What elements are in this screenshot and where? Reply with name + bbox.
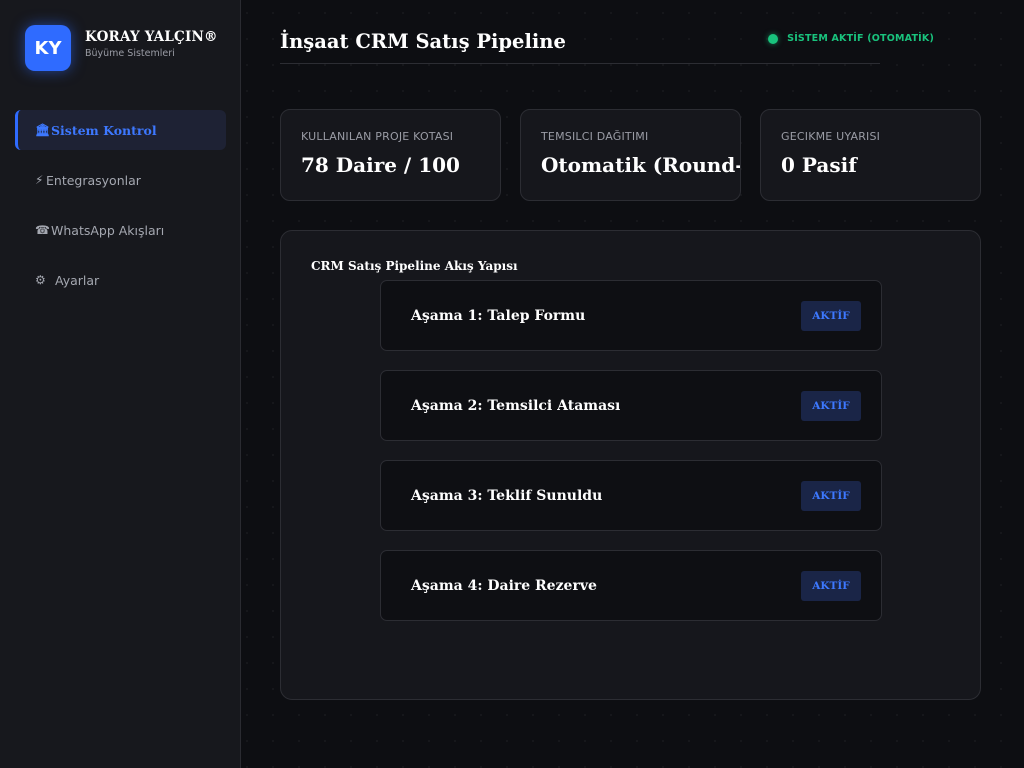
stage-label: Aşama 4: Daire Rezerve [411, 578, 597, 594]
pipeline-panel: CRM Satış Pipeline Akış Yapısı Aşama 1: … [280, 230, 981, 700]
sidebar-item-label: WhatsApp Akışları [51, 222, 165, 238]
stage-status-badge[interactable]: AKTİF [801, 301, 861, 331]
status-dot-icon [768, 33, 779, 44]
building-columns-icon: 🏛 [35, 123, 51, 137]
stat-card-project-quota: KULLANILAN PROJE KOTASI 78 Daire / 100 [280, 109, 501, 201]
stage-status-badge[interactable]: AKTİF [801, 481, 861, 511]
sidebar-item-ayarlar[interactable]: ⚙ Ayarlar [15, 260, 226, 300]
pipeline-stage[interactable]: Aşama 4: Daire Rezerve AKTİF [380, 550, 882, 621]
sidebar-item-sistem-kontrol[interactable]: 🏛 Sistem Kontrol [15, 110, 226, 150]
sidebar-item-label: Ayarlar [55, 272, 100, 288]
pipeline-stage[interactable]: Aşama 3: Teklif Sunuldu AKTİF [380, 460, 882, 531]
gear-icon: ⚙ [35, 273, 46, 287]
lightning-icon: ⚡ [35, 173, 44, 187]
sidebar-item-entegrasyonlar[interactable]: ⚡ Entegrasyonlar [15, 160, 226, 200]
stage-status-badge[interactable]: AKTİF [801, 391, 861, 421]
sidebar-item-whatsapp-akislari[interactable]: ☎ WhatsApp Akışları [15, 210, 226, 250]
brand-text: KORAY YALÇIN® Büyüme Sistemleri [85, 29, 218, 71]
brand-logo[interactable]: KY [25, 25, 71, 71]
sidebar-nav: 🏛 Sistem Kontrol ⚡ Entegrasyonlar ☎ What… [15, 110, 226, 310]
sidebar-item-label: Entegrasyonlar [46, 172, 141, 188]
stage-label: Aşama 1: Talep Formu [411, 308, 586, 324]
stat-card-rep-distribution: TEMSILCI DAĞITIMI Otomatik (Round-Robin) [520, 109, 741, 201]
page-title: İnşaat CRM Satış Pipeline [280, 30, 566, 53]
system-status: SİSTEM AKTİF (OTOMATİK) [768, 33, 934, 44]
pipeline-title: CRM Satış Pipeline Akış Yapısı [311, 259, 518, 273]
stat-value: 78 Daire / 100 [301, 153, 460, 177]
stat-label: GECIKME UYARISI [781, 130, 881, 143]
page-header: İnşaat CRM Satış Pipeline SİSTEM AKTİF (… [280, 20, 934, 64]
stat-label: TEMSILCI DAĞITIMI [541, 130, 649, 143]
stage-status-badge[interactable]: AKTİF [801, 571, 861, 601]
brand: KY KORAY YALÇIN® Büyüme Sistemleri [25, 25, 218, 71]
brand-subtitle: Büyüme Sistemleri [85, 48, 175, 59]
stage-label: Aşama 3: Teklif Sunuldu [411, 488, 603, 504]
sidebar: KY KORAY YALÇIN® Büyüme Sistemleri 🏛 Sis… [0, 0, 241, 768]
phone-icon: ☎ [35, 223, 50, 237]
stage-label: Aşama 2: Temsilci Ataması [411, 398, 621, 414]
brand-name: KORAY YALÇIN® [85, 29, 218, 45]
sidebar-item-label: Sistem Kontrol [51, 122, 157, 138]
stat-label: KULLANILAN PROJE KOTASI [301, 130, 454, 143]
pipeline-stage[interactable]: Aşama 2: Temsilci Ataması AKTİF [380, 370, 882, 441]
status-badge: SİSTEM AKTİF (OTOMATİK) [787, 33, 934, 44]
stat-card-delay-warning: GECIKME UYARISI 0 Pasif [760, 109, 981, 201]
stat-value: 0 Pasif [781, 153, 857, 177]
pipeline-stage[interactable]: Aşama 1: Talep Formu AKTİF [380, 280, 882, 351]
stat-value: Otomatik (Round-Robin) [541, 153, 740, 177]
